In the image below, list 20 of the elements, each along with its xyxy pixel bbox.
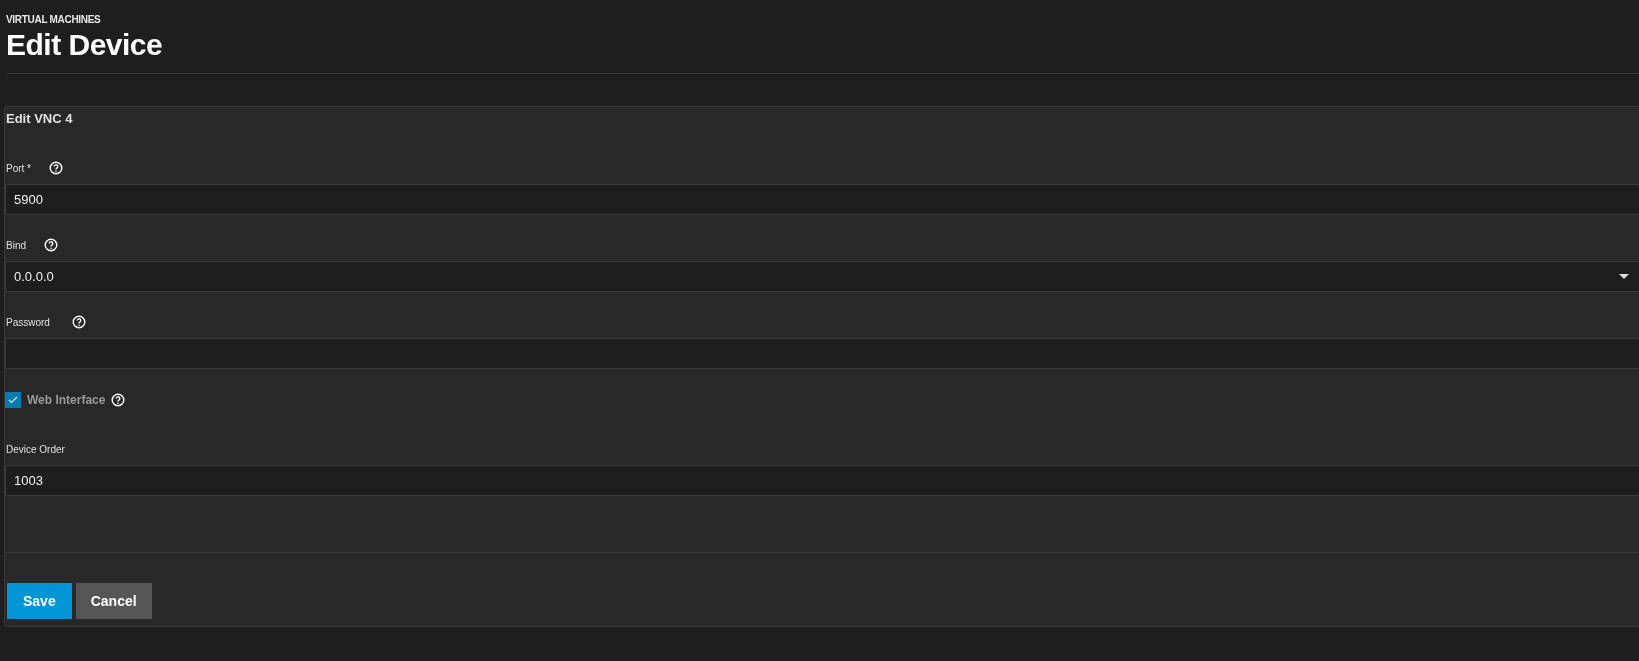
checkbox[interactable]: [5, 392, 21, 408]
help-icon[interactable]: [49, 161, 63, 175]
field-label: Device Order: [6, 443, 65, 455]
field-label: Bind: [6, 239, 26, 251]
input-field[interactable]: 5900: [5, 184, 1639, 215]
help-icon[interactable]: [44, 238, 58, 252]
input-field[interactable]: 1003: [5, 465, 1639, 496]
input-field[interactable]: [5, 338, 1639, 369]
help-icon[interactable]: [111, 393, 126, 407]
page-title: Edit Device: [6, 27, 164, 63]
help-icon[interactable]: [71, 315, 86, 329]
select-field[interactable]: 0.0.0.0: [5, 261, 1639, 292]
checkbox-label: Web Interface: [27, 393, 106, 407]
field-label: Port *: [6, 162, 31, 174]
card-title: Edit VNC 4: [5, 111, 74, 126]
dropdown-icon: [1619, 274, 1629, 279]
breadcrumb: VIRTUAL MACHINES: [6, 14, 102, 25]
cancel-button[interactable]: Cancel: [75, 583, 152, 619]
field-label: Password: [6, 316, 50, 328]
check-icon: [8, 396, 18, 404]
